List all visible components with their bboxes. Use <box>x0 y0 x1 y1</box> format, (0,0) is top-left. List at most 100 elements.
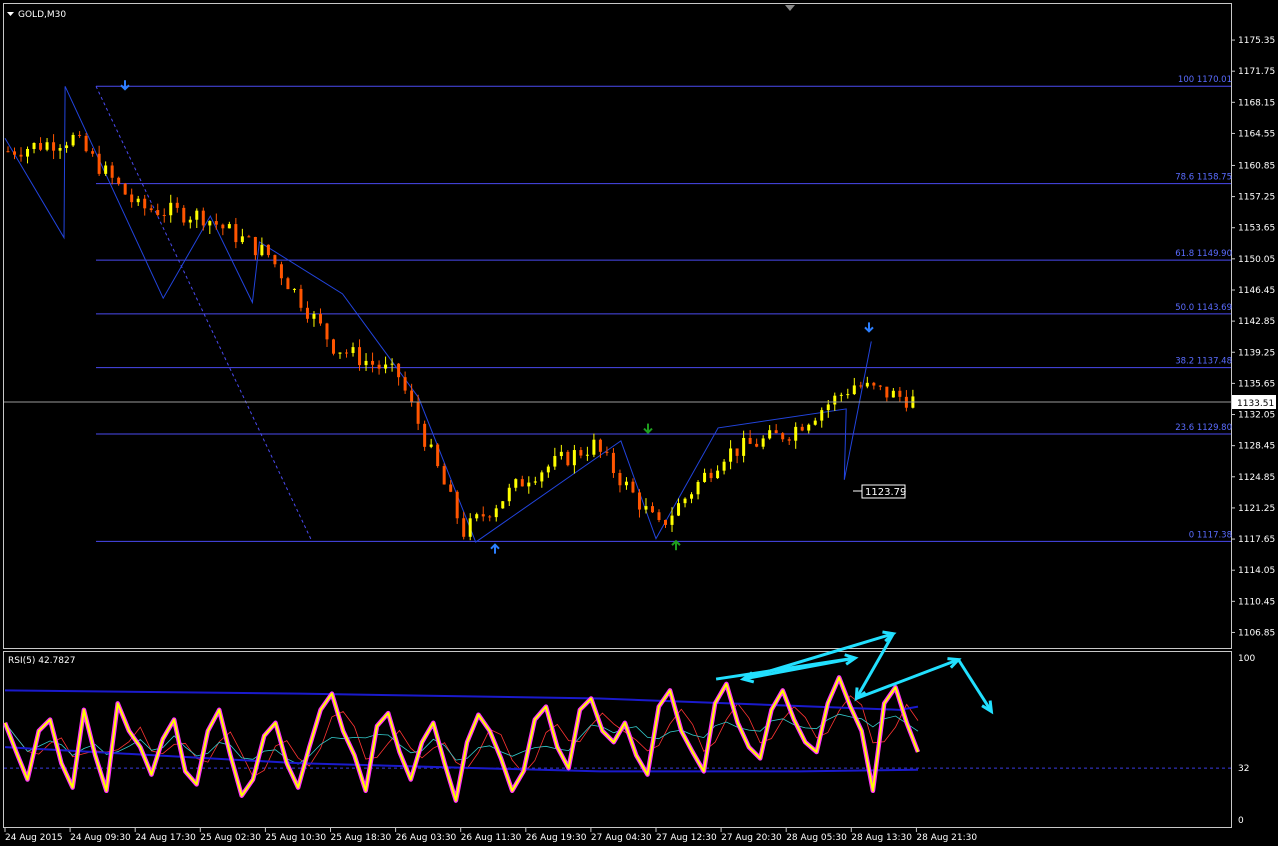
candle-body <box>449 484 453 492</box>
price-axis: 1175.35 1171.75 1168.15 1164.55 1160.85 1157.… <box>1231 36 1275 638</box>
candle-body <box>97 153 101 174</box>
candle-body <box>91 151 95 154</box>
candle-body <box>898 390 902 397</box>
candle-body <box>384 364 388 369</box>
price-axis-label: 1150.05 <box>1238 255 1275 265</box>
swing-arrows <box>120 80 874 554</box>
candle-body <box>683 498 687 504</box>
candle-body <box>494 508 498 518</box>
fib-level-label: 50.0 1143.69 <box>1175 303 1232 313</box>
candle-body <box>677 503 681 516</box>
fib-level-label: 38.2 1137.48 <box>1175 357 1232 367</box>
candle-body <box>234 224 238 243</box>
candle-body <box>742 437 746 456</box>
candle-body <box>872 382 876 386</box>
candle-body <box>240 236 244 243</box>
candle-body <box>859 385 863 387</box>
price-axis-label: 1160.85 <box>1238 161 1275 171</box>
price-axis-label: 1132.05 <box>1238 411 1275 421</box>
gold-m30-chart[interactable]: 100 1170.01 78.6 1158.75 61.8 1149.90 50.0 … <box>0 0 1278 846</box>
price-axis-label: 1128.45 <box>1238 442 1275 452</box>
candle-body <box>123 183 127 195</box>
candle-body <box>781 433 785 440</box>
candle-body <box>32 142 36 149</box>
swing-high-arrow-icon <box>864 322 874 333</box>
symbol-dropdown-icon[interactable] <box>7 12 14 16</box>
candle-body <box>156 210 160 216</box>
candle-body <box>312 313 316 319</box>
candle-body <box>533 481 537 483</box>
candle-body <box>377 364 381 369</box>
symbol-label: GOLD,M30 <box>18 10 66 20</box>
candle-body <box>774 430 778 434</box>
price-axis-label: 1135.65 <box>1238 379 1275 389</box>
candle-body <box>559 451 563 457</box>
candle-body <box>266 244 270 256</box>
candle-body <box>136 198 140 203</box>
candle-body <box>729 448 733 462</box>
candle-body <box>455 491 459 519</box>
candle-body <box>546 466 550 473</box>
time-axis-label: 27 Aug 20:30 <box>721 833 782 843</box>
candle-body <box>253 236 257 256</box>
rsi-axis-label: 0 <box>1238 816 1244 826</box>
fib-level-label: 78.6 1158.75 <box>1175 173 1232 183</box>
price-axis-label: 1117.65 <box>1238 535 1275 545</box>
candle-body <box>318 313 322 324</box>
candle-body <box>540 472 544 482</box>
candle-body <box>104 165 108 174</box>
candle-body <box>52 142 56 151</box>
time-axis-label: 27 Aug 04:30 <box>591 833 652 843</box>
candle-body <box>735 448 739 456</box>
candle-body <box>592 439 596 455</box>
candle-body <box>481 514 485 517</box>
candle-body <box>631 481 635 493</box>
candle-body <box>637 492 641 510</box>
candle-body <box>566 451 570 466</box>
swing-low-arrow-icon <box>490 543 500 554</box>
candle-body <box>416 402 420 424</box>
candle-body <box>286 278 290 290</box>
candle-body <box>585 454 589 456</box>
candle-body <box>299 288 303 308</box>
candle-body <box>579 450 583 456</box>
candle-body <box>338 352 342 354</box>
candle-body <box>891 390 895 398</box>
candle-body <box>436 444 440 467</box>
price-axis-label: 1142.85 <box>1238 317 1275 327</box>
price-axis-label: 1175.35 <box>1238 36 1275 46</box>
candle-body <box>130 194 134 203</box>
candle-body <box>878 385 882 387</box>
candle-body <box>644 506 648 510</box>
time-axis-label: 28 Aug 05:30 <box>786 833 847 843</box>
candle-body <box>618 473 622 486</box>
candle-body <box>605 451 609 453</box>
candle-body <box>527 482 531 487</box>
time-axis-label: 25 Aug 18:30 <box>331 833 392 843</box>
candle-body <box>794 426 798 441</box>
candle-body <box>351 347 355 353</box>
scroll-marker-icon[interactable] <box>785 5 795 11</box>
rsi-axis-label: 100 <box>1238 654 1255 664</box>
candle-body <box>598 439 602 452</box>
candle-body <box>175 202 179 208</box>
candle-body <box>403 377 407 391</box>
candle-body <box>664 519 668 525</box>
time-axis-label: 24 Aug 09:30 <box>70 833 131 843</box>
candle-body <box>820 410 824 421</box>
candle-body <box>709 472 713 479</box>
candle-body <box>839 394 843 396</box>
price-axis-label: 1139.25 <box>1238 348 1275 358</box>
price-axis-label: 1106.85 <box>1238 628 1275 638</box>
candle-body <box>722 461 726 471</box>
candle-body <box>84 135 88 152</box>
candle-body <box>279 264 283 279</box>
rsi-annotation-zigzag <box>715 630 994 715</box>
candle-body <box>13 151 17 155</box>
candle-body <box>71 134 75 146</box>
price-axis-label: 1124.85 <box>1238 473 1275 483</box>
time-axis: 24 Aug 2015 24 Aug 09:30 24 Aug 17:30 25 Au… <box>4 828 977 843</box>
candle-body <box>169 202 173 216</box>
candle-body <box>39 142 43 150</box>
time-axis-label: 27 Aug 12:30 <box>656 833 717 843</box>
